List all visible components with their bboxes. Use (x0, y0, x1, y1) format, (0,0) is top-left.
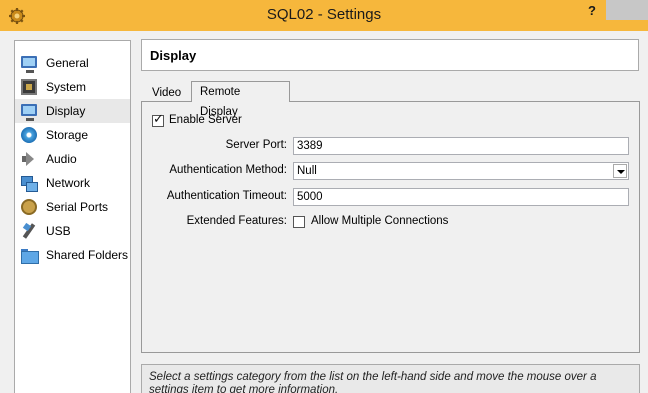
help-button[interactable]: ? (581, 1, 603, 21)
sidebar-item-label: Serial Ports (46, 200, 109, 214)
enable-server-checkbox[interactable] (152, 112, 164, 127)
folder-icon (21, 247, 39, 264)
chevron-down-icon[interactable] (613, 164, 627, 178)
monitor-icon (21, 55, 37, 73)
chip-icon (21, 79, 37, 95)
sidebar-item-label: Audio (46, 152, 77, 166)
server-port-label: Server Port: (225, 139, 287, 151)
auth-method-label: Authentication Method: (169, 164, 287, 176)
title-bar[interactable]: SQL02 - Settings ? (0, 0, 648, 31)
auth-timeout-field[interactable]: 5000 (293, 188, 629, 206)
page-header: Display (141, 39, 639, 71)
tab-remote-display[interactable]: Remote Display (191, 81, 290, 118)
extended-features-label: Extended Features: (186, 215, 287, 227)
close-button[interactable] (606, 0, 648, 20)
sidebar-item-audio[interactable]: Audio (15, 147, 130, 171)
sidebar-item-label: Shared Folders (46, 248, 129, 262)
sidebar-item-label: Storage (46, 128, 89, 142)
sidebar-item-label: Display (46, 104, 86, 118)
settings-category-list[interactable]: General System Display Storage Audio Net… (14, 40, 131, 393)
sidebar-item-network[interactable]: Network (15, 171, 130, 195)
allow-multiple-connections-checkbox[interactable] (293, 216, 305, 228)
window-title: SQL02 - Settings (266, 6, 382, 23)
sidebar-item-usb[interactable]: USB (15, 219, 130, 243)
disk-icon (21, 127, 37, 143)
serial-port-icon (21, 199, 37, 215)
allow-multiple-connections-label[interactable]: Allow Multiple Connections (311, 215, 448, 227)
page-title: Display (150, 48, 197, 63)
settings-client-area: General System Display Storage Audio Net… (0, 31, 648, 393)
sidebar-item-label: Network (46, 176, 91, 190)
remote-display-panel: Enable Server Server Port: 3389 Authenti… (141, 101, 640, 353)
sidebar-item-general[interactable]: General (15, 51, 130, 75)
sidebar-item-label: General (46, 56, 89, 70)
sidebar-item-serial-ports[interactable]: Serial Ports (15, 195, 130, 219)
sidebar-item-shared-folders[interactable]: Shared Folders (15, 243, 130, 267)
sidebar-item-label: USB (46, 224, 71, 238)
auth-method-select[interactable]: Null (293, 162, 629, 180)
auth-timeout-label: Authentication Timeout: (166, 190, 287, 202)
sidebar-item-label: System (46, 80, 87, 94)
description-box: Select a settings category from the list… (141, 364, 640, 393)
monitor-icon (21, 103, 37, 121)
sidebar-item-display[interactable]: Display (15, 99, 130, 123)
server-port-field[interactable]: 3389 (293, 137, 629, 155)
sidebar-item-system[interactable]: System (15, 75, 130, 99)
auth-method-value: Null (297, 165, 317, 177)
usb-icon (21, 223, 37, 239)
speaker-icon (21, 151, 37, 167)
sidebar-item-storage[interactable]: Storage (15, 123, 130, 147)
network-icon (21, 175, 38, 192)
tab-video[interactable]: Video (143, 83, 188, 102)
